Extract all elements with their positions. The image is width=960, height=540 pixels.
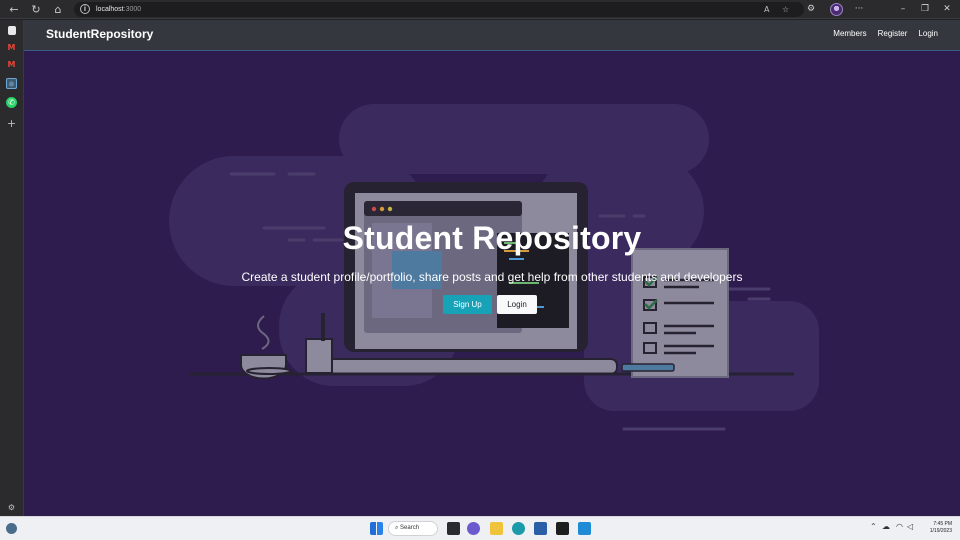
nav-links: Members Register Login [833,29,938,38]
site-navbar: StudentRepository Members Register Login [24,20,960,51]
back-icon[interactable]: ← [6,2,22,17]
site-info-icon[interactable]: i [80,4,90,14]
profile-avatar[interactable] [830,3,843,16]
gmail-icon[interactable]: M [6,42,17,53]
volume-icon[interactable]: ◁ [907,522,913,531]
windows-taskbar: ⌕ Search ⌃ ☁ ◠ ◁ 7:45 PM 1/19/2023 [0,516,960,540]
add-sidebar-app-icon[interactable]: + [6,118,17,129]
whatsapp-icon[interactable]: ✆ [6,97,17,108]
nav-link-register[interactable]: Register [878,29,908,38]
hero-subtitle: Create a student profile/portfolio, shar… [241,270,743,284]
terminal-icon[interactable] [556,522,569,535]
read-aloud-icon[interactable]: A [764,4,769,15]
teams-chat-icon[interactable] [467,522,480,535]
url-text[interactable]: localhost:3000 [96,4,141,15]
minimize-icon[interactable]: – [896,2,910,17]
more-menu-icon[interactable]: ··· [852,2,866,17]
nav-link-members[interactable]: Members [833,29,866,38]
nav-link-login[interactable]: Login [918,29,938,38]
weather-icon[interactable] [6,523,17,534]
web-page: StudentRepository Members Register Login… [24,20,960,516]
browser-sidebar: M M ⚛ ✆ + ⚙ [0,20,24,516]
task-view-icon[interactable] [447,522,460,535]
tray-chevron-icon[interactable]: ⌃ [870,522,877,531]
favorites-add-icon[interactable]: ☆ [782,4,789,15]
system-clock[interactable]: 7:45 PM 1/19/2023 [930,521,952,535]
login-button[interactable]: Login [497,295,537,314]
close-icon[interactable]: ✕ [940,2,954,17]
clock-date: 1/19/2023 [929,528,952,534]
react-app-icon[interactable]: ⚛ [6,78,17,89]
file-explorer-icon[interactable] [490,522,503,535]
gmail-icon-2[interactable]: M [6,59,17,70]
hero-title: Student Repository [342,220,642,256]
windows-start-icon[interactable] [370,522,383,535]
home-icon[interactable]: ⌂ [50,2,66,17]
address-bar[interactable]: i localhost:3000 A ☆ [74,2,804,17]
clock-time: 7:45 PM [933,521,952,527]
taskbar-search[interactable]: ⌕ Search [388,521,438,536]
vscode-icon[interactable] [578,522,591,535]
sidebar-settings-icon[interactable]: ⚙ [6,502,17,513]
tab-actions-icon[interactable] [8,26,16,35]
signup-button[interactable]: Sign Up [443,295,492,314]
restore-icon[interactable]: ❐ [918,2,932,17]
brand-logo[interactable]: StudentRepository [46,27,153,41]
browser-toolbar: ← ↻ ⌂ i localhost:3000 A ☆ ⚙ ··· – ❐ ✕ [0,0,960,19]
wifi-icon[interactable]: ◠ [896,522,903,531]
onedrive-icon[interactable]: ☁ [882,522,890,531]
refresh-icon[interactable]: ↻ [28,2,44,17]
store-icon[interactable] [534,522,547,535]
extensions-icon[interactable]: ⚙ [804,2,818,17]
edge-browser-icon[interactable] [512,522,525,535]
